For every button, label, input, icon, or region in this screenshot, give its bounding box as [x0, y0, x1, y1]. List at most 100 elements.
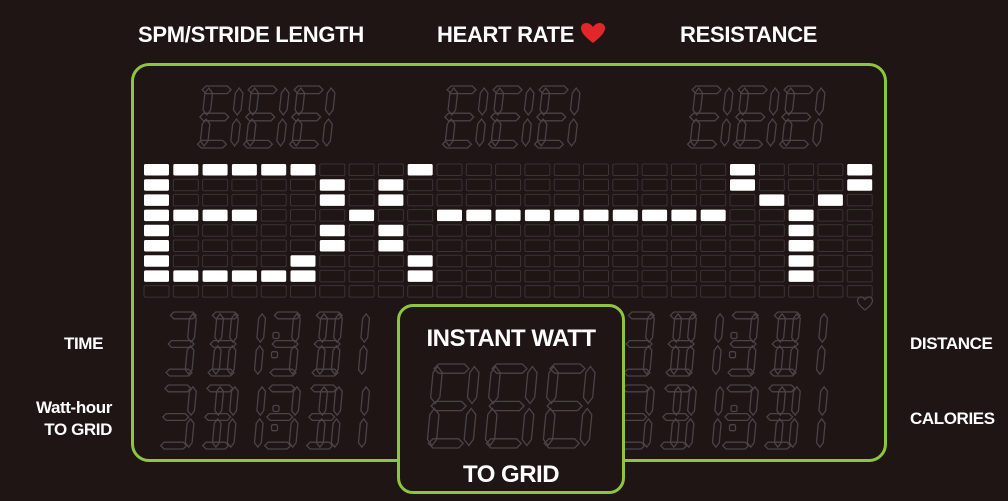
matrix-dot-lit [495, 209, 521, 222]
matrix-dot [612, 239, 639, 252]
matrix-dot [495, 285, 522, 298]
matrix-dot [495, 239, 522, 252]
matrix-dot-lit [173, 209, 199, 222]
matrix-dot [817, 209, 844, 222]
matrix-dot [319, 163, 346, 176]
matrix-dot [407, 209, 434, 222]
matrix-dot [495, 269, 522, 283]
matrix-dot [758, 254, 785, 268]
matrix-dot [407, 193, 434, 207]
matrix-dot-lit [173, 164, 199, 176]
matrix-dot-lit [144, 240, 169, 252]
distance-digits [623, 311, 829, 377]
matrix-dot [319, 285, 346, 298]
matrix-dot [524, 224, 551, 237]
matrix-dot-lit [730, 179, 755, 191]
matrix-dot [846, 224, 873, 237]
matrix-dot [670, 285, 697, 298]
matrix-dot [348, 224, 375, 237]
matrix-dot-lit [642, 209, 668, 222]
to-grid-label: TO GRID [462, 461, 560, 488]
watt-hour-digits-2 [263, 384, 329, 450]
resistance-digits [686, 85, 826, 149]
matrix-dot [465, 285, 492, 298]
spm-digits-0 [196, 85, 244, 149]
matrix-dot [172, 254, 199, 268]
matrix-dot [231, 178, 258, 192]
matrix-dot [846, 269, 873, 283]
matrix-dot [670, 269, 697, 283]
matrix-dot-lit [788, 209, 814, 222]
matrix-dot [583, 285, 609, 298]
matrix-dot [670, 163, 697, 176]
matrix-dot [641, 239, 668, 252]
matrix-dot [231, 224, 258, 237]
matrix-dot [290, 224, 316, 237]
matrix-dot-lit [231, 209, 257, 222]
matrix-dot [583, 178, 609, 192]
matrix-dot-lit [788, 255, 814, 267]
matrix-dot [231, 254, 258, 268]
matrix-dot [670, 239, 697, 252]
matrix-dot [729, 285, 756, 298]
matrix-dot-lit [788, 240, 814, 252]
matrix-dot [436, 224, 463, 237]
matrix-dot [553, 239, 580, 252]
matrix-dot [172, 285, 199, 298]
matrix-dot [465, 224, 492, 237]
matrix-dot [553, 224, 580, 237]
matrix-dot [758, 209, 785, 222]
matrix-dot-lit [378, 194, 404, 206]
matrix-dot [495, 193, 522, 207]
matrix-dot [758, 163, 785, 176]
matrix-dot [729, 209, 756, 222]
matrix-dot [817, 285, 844, 298]
matrix-dot-lit [437, 209, 462, 222]
matrix-dot [407, 178, 434, 192]
matrix-dot [583, 193, 609, 207]
matrix-dot-lit [319, 194, 345, 206]
matrix-dot [202, 285, 229, 298]
matrix-dot [524, 163, 551, 176]
matrix-dot-lit [847, 179, 873, 191]
matrix-dot [700, 254, 727, 268]
matrix-dot-lit [290, 164, 316, 176]
heart-rate-digits-1 [487, 85, 535, 149]
matrix-dot [641, 163, 668, 176]
matrix-dot-lit [407, 164, 433, 176]
matrix-dot-lit [144, 209, 169, 222]
matrix-dot [553, 254, 580, 268]
matrix-dot-lit [671, 209, 697, 222]
matrix-dot [612, 269, 639, 283]
resistance-digits-1 [732, 85, 780, 149]
matrix-dot [700, 239, 727, 252]
matrix-dot [465, 193, 492, 207]
matrix-dot [729, 193, 756, 207]
matrix-dot [377, 163, 404, 176]
resistance-digits-0 [686, 85, 734, 149]
matrix-dot [407, 224, 434, 237]
matrix-dot [495, 178, 522, 192]
matrix-dot [260, 178, 287, 192]
matrix-dot [670, 224, 697, 237]
matrix-dot [524, 254, 551, 268]
matrix-dot [290, 285, 316, 298]
heart-rate-digits [441, 85, 581, 149]
matrix-dot [641, 178, 668, 192]
instant-watt-digit-2 [542, 362, 596, 449]
matrix-dot [670, 254, 697, 268]
matrix-dot [788, 178, 815, 192]
matrix-dot-lit [202, 270, 228, 282]
dot-matrix [143, 163, 873, 298]
matrix-dot [524, 178, 551, 192]
spm-digits-1 [242, 85, 290, 149]
matrix-dot [436, 163, 463, 176]
matrix-dot-lit [378, 240, 404, 252]
matrix-dot [583, 163, 609, 176]
matrix-dot [348, 239, 375, 252]
matrix-dot-lit [202, 209, 228, 222]
matrix-dot [202, 224, 229, 237]
spm-digits-2 [288, 85, 336, 149]
time-digits [165, 311, 371, 377]
matrix-dot [172, 239, 199, 252]
